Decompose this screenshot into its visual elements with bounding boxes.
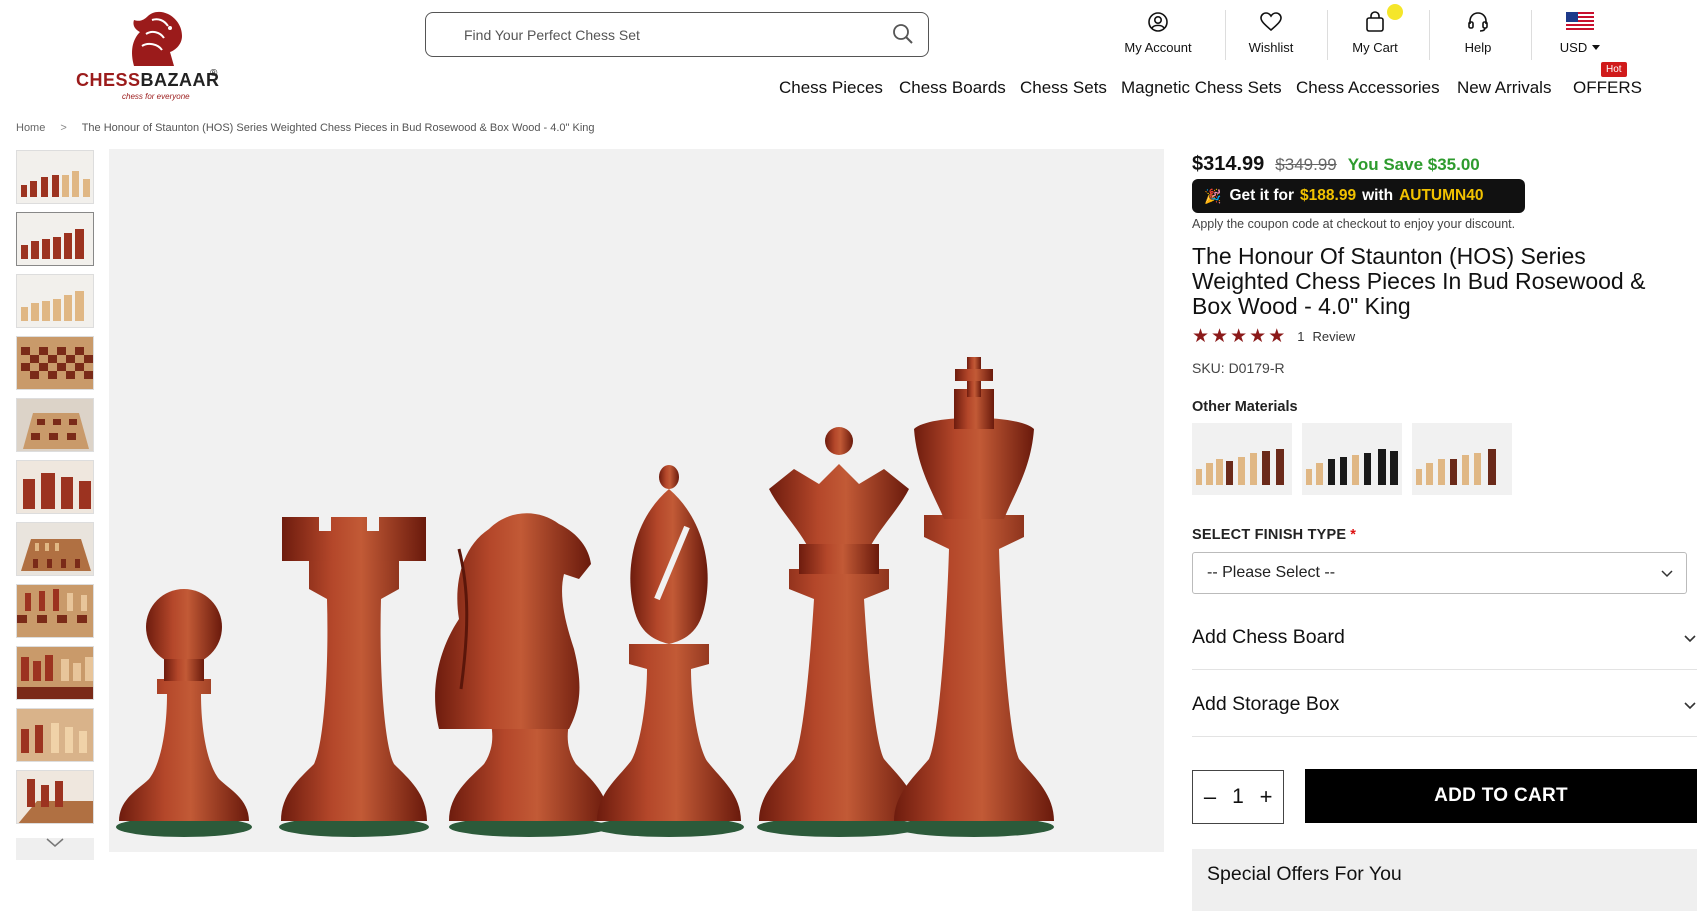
coupon-prefix: Get it for xyxy=(1229,187,1295,204)
breadcrumb-home[interactable]: Home xyxy=(16,122,45,134)
material-option[interactable] xyxy=(1192,423,1292,495)
product-rating[interactable]: ★ ★ ★ ★ ★ 1 Review xyxy=(1192,327,1355,346)
savings-text: You Save $35.00 xyxy=(1347,155,1480,174)
thumbnail-item[interactable] xyxy=(16,150,94,204)
help-label: Help xyxy=(1464,40,1492,55)
caret-down-icon xyxy=(1592,45,1601,50)
heart-icon xyxy=(1260,8,1282,36)
utility-divider xyxy=(1429,10,1430,60)
headset-icon xyxy=(1467,8,1489,36)
breadcrumb: Home > The Honour of Staunton (HOS) Seri… xyxy=(16,122,595,134)
thumbnail-item[interactable] xyxy=(16,274,94,328)
hot-badge: Hot xyxy=(1601,62,1627,77)
star-icon: ★ xyxy=(1249,326,1267,347)
breadcrumb-current: The Honour of Staunton (HOS) Series Weig… xyxy=(81,122,595,134)
party-popper-icon: 🎉 xyxy=(1204,187,1222,204)
main-product-image[interactable] xyxy=(109,149,1164,852)
wishlist-label: Wishlist xyxy=(1248,40,1294,55)
coupon-note: Apply the coupon code at checkout to enj… xyxy=(1192,217,1516,231)
nav-chess-boards[interactable]: Chess Boards xyxy=(899,78,1006,98)
coupon-banner: 🎉 Get it for $188.99 with AUTUMN40 xyxy=(1192,179,1525,213)
nav-magnetic-chess-sets[interactable]: Magnetic Chess Sets xyxy=(1121,78,1282,98)
search-input[interactable] xyxy=(426,26,866,43)
thumbnail-item[interactable] xyxy=(16,398,94,452)
thumbnail-item[interactable] xyxy=(16,336,94,390)
thumbnail-item[interactable] xyxy=(16,708,94,762)
my-account-label: My Account xyxy=(1124,40,1192,55)
knight-logo-icon xyxy=(132,11,182,66)
wishlist-link[interactable]: Wishlist xyxy=(1236,8,1306,60)
material-option[interactable] xyxy=(1412,423,1512,495)
bag-icon xyxy=(1365,8,1385,36)
search-bar[interactable] xyxy=(425,12,929,57)
price-row: $314.99 $349.99 You Save $35.00 xyxy=(1192,153,1480,176)
utility-divider xyxy=(1327,10,1328,60)
my-account-link[interactable]: My Account xyxy=(1116,8,1200,60)
star-icon: ★ xyxy=(1268,326,1286,347)
add-storage-box-title: Add Storage Box xyxy=(1192,693,1340,715)
brand-logo[interactable]: CHESSBAZAAR ® chess for everyone xyxy=(76,8,226,103)
my-cart-label: My Cart xyxy=(1352,40,1398,55)
current-price: $314.99 xyxy=(1192,153,1265,175)
review-label[interactable]: Review xyxy=(1312,329,1355,344)
nav-chess-sets[interactable]: Chess Sets xyxy=(1020,78,1107,98)
add-to-cart-button[interactable]: ADD TO CART xyxy=(1305,769,1697,823)
thumbnail-item[interactable] xyxy=(16,522,94,576)
currency-selector[interactable]: USD xyxy=(1548,8,1612,60)
quantity-decrease-button[interactable]: – xyxy=(1201,786,1219,808)
finish-type-label: SELECT FINISH TYPE * xyxy=(1192,527,1357,543)
chevron-down-icon xyxy=(1684,702,1696,710)
original-price: $349.99 xyxy=(1275,155,1337,174)
thumbnail-item[interactable] xyxy=(16,584,94,638)
chevron-down-icon xyxy=(1661,570,1673,578)
coupon-code: AUTUMN40 xyxy=(1399,187,1484,204)
registered-mark: ® xyxy=(210,68,218,79)
coupon-mid: with xyxy=(1362,187,1394,204)
nav-offers[interactable]: OFFERS xyxy=(1573,78,1642,98)
special-offers-title: Special Offers For You xyxy=(1207,863,1402,885)
utility-divider xyxy=(1225,10,1226,60)
us-flag-icon xyxy=(1566,8,1594,36)
currency-label: USD xyxy=(1560,40,1601,55)
thumbnail-item[interactable] xyxy=(16,460,94,514)
add-storage-box-accordion[interactable]: Add Storage Box xyxy=(1192,673,1697,737)
finish-select-value: -- Please Select -- xyxy=(1207,564,1336,581)
chevron-down-icon xyxy=(1684,635,1696,643)
thumbnail-scroll-down[interactable] xyxy=(16,838,94,860)
star-icon: ★ xyxy=(1211,326,1229,347)
thumbnail-item[interactable] xyxy=(16,646,94,700)
product-sku: SKU: D0179-R xyxy=(1192,360,1285,376)
required-marker: * xyxy=(1350,527,1357,543)
brand-tagline: chess for everyone xyxy=(122,92,190,101)
nav-chess-accessories[interactable]: Chess Accessories xyxy=(1296,78,1440,98)
other-materials-label: Other Materials xyxy=(1192,399,1298,415)
finish-type-select[interactable]: -- Please Select -- xyxy=(1192,552,1687,594)
help-link[interactable]: Help xyxy=(1440,8,1516,60)
star-icon: ★ xyxy=(1230,326,1248,347)
nav-chess-pieces[interactable]: Chess Pieces xyxy=(779,78,883,98)
review-count: 1 xyxy=(1297,329,1305,344)
coupon-price: $188.99 xyxy=(1300,187,1357,204)
quantity-increase-button[interactable]: + xyxy=(1257,786,1275,808)
material-option[interactable] xyxy=(1302,423,1402,495)
special-offers-section: Special Offers For You xyxy=(1192,849,1697,911)
quantity-stepper: – 1 + xyxy=(1192,770,1284,824)
thumbnail-item[interactable] xyxy=(16,770,94,824)
breadcrumb-separator: > xyxy=(60,122,67,134)
cart-count-badge xyxy=(1387,4,1403,20)
account-icon xyxy=(1147,8,1169,36)
utility-divider xyxy=(1531,10,1532,60)
add-chess-board-title: Add Chess Board xyxy=(1192,626,1345,648)
search-icon[interactable] xyxy=(892,23,914,50)
chevron-down-icon xyxy=(46,838,64,847)
quantity-value[interactable]: 1 xyxy=(1232,785,1244,809)
nav-new-arrivals[interactable]: New Arrivals xyxy=(1457,78,1551,98)
star-icon: ★ xyxy=(1192,326,1210,347)
brand-name: CHESSBAZAAR xyxy=(76,70,220,90)
product-title: The Honour Of Staunton (HOS) Series Weig… xyxy=(1192,243,1646,319)
add-chess-board-accordion[interactable]: Add Chess Board xyxy=(1192,606,1697,670)
thumbnail-item[interactable] xyxy=(16,212,94,266)
